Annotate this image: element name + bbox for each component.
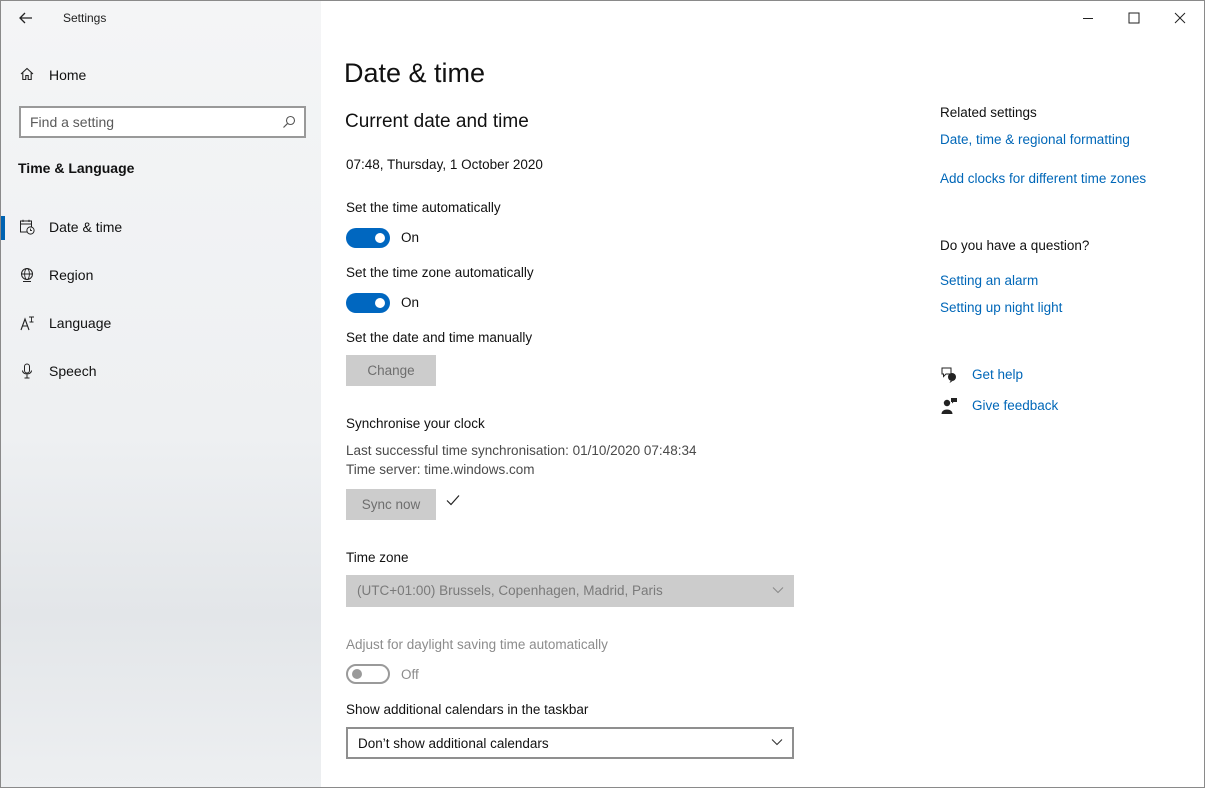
search-box[interactable] — [19, 106, 306, 138]
link-night-light[interactable]: Setting up night light — [940, 300, 1062, 315]
settings-window: Settings Home Time & Language D — [0, 0, 1205, 788]
timezone-label: Time zone — [346, 550, 409, 565]
nav-home[interactable]: Home — [1, 61, 321, 89]
search-input[interactable] — [30, 112, 270, 132]
timezone-value: (UTC+01:00) Brussels, Copenhagen, Madrid… — [357, 583, 663, 598]
link-setting-alarm[interactable]: Setting an alarm — [940, 273, 1038, 288]
sidebar-item-speech[interactable]: Speech — [1, 351, 321, 391]
change-button[interactable]: Change — [346, 355, 436, 386]
toggle-knob — [375, 233, 385, 243]
question-heading: Do you have a question? — [940, 238, 1090, 253]
sidebar-item-language[interactable]: Language — [1, 303, 321, 343]
dst-label: Adjust for daylight saving time automati… — [346, 637, 608, 652]
back-arrow-icon — [19, 12, 32, 24]
dst-toggle[interactable] — [346, 664, 390, 684]
back-button[interactable] — [14, 8, 38, 28]
toggle-knob — [375, 298, 385, 308]
auto-timezone-toggle[interactable] — [346, 293, 390, 313]
section-title-current-date-time: Current date and time — [345, 111, 529, 132]
calendars-select[interactable]: Don’t show additional calendars — [346, 727, 794, 759]
sidebar-item-label: Speech — [49, 363, 97, 379]
active-indicator — [1, 216, 5, 240]
page-title: Date & time — [344, 58, 486, 88]
auto-timezone-state: On — [401, 295, 420, 310]
sidebar: Settings Home Time & Language D — [1, 1, 321, 787]
nav-home-label: Home — [49, 67, 87, 83]
auto-time-toggle[interactable] — [346, 228, 390, 248]
home-icon — [20, 67, 34, 81]
auto-time-state: On — [401, 230, 420, 245]
timezone-select[interactable]: (UTC+01:00) Brussels, Copenhagen, Madrid… — [346, 575, 794, 607]
title-bar: Settings — [1, 1, 321, 35]
auto-time-label: Set the time automatically — [346, 200, 501, 215]
last-sync-text: Last successful time synchronisation: 01… — [346, 443, 697, 458]
related-settings-heading: Related settings — [940, 105, 1037, 120]
app-title: Settings — [63, 11, 107, 25]
main-content: Date & time Current date and time 07:48,… — [321, 1, 1204, 787]
link-regional-formatting[interactable]: Date, time & regional formatting — [940, 132, 1130, 147]
sidebar-item-label: Language — [49, 315, 112, 331]
auto-timezone-label: Set the time zone automatically — [346, 265, 534, 280]
get-help-link[interactable]: Get help — [972, 367, 1023, 382]
search-icon[interactable] — [281, 114, 297, 130]
calendar-clock-icon — [20, 219, 35, 235]
chevron-down-icon — [772, 587, 784, 594]
sidebar-item-date-time[interactable]: Date & time — [1, 207, 321, 247]
checkmark-icon — [446, 495, 460, 506]
toggle-knob — [352, 669, 362, 679]
language-icon — [20, 316, 34, 331]
sidebar-item-region[interactable]: Region — [1, 255, 321, 295]
sidebar-item-label: Date & time — [49, 219, 123, 235]
sidebar-section-title: Time & Language — [18, 160, 135, 176]
dst-state: Off — [401, 667, 419, 682]
calendars-value: Don’t show additional calendars — [358, 736, 549, 751]
give-feedback-link[interactable]: Give feedback — [972, 398, 1058, 413]
globe-icon — [21, 268, 33, 282]
feedback-icon — [941, 398, 957, 414]
sync-title: Synchronise your clock — [346, 416, 485, 431]
calendars-label: Show additional calendars in the taskbar — [346, 702, 589, 717]
time-server-text: Time server: time.windows.com — [346, 462, 535, 477]
link-add-clocks[interactable]: Add clocks for different time zones — [940, 171, 1146, 186]
get-help-icon — [941, 367, 956, 383]
chevron-down-icon — [771, 739, 783, 746]
manual-datetime-label: Set the date and time manually — [346, 330, 533, 345]
sidebar-item-label: Region — [49, 267, 94, 283]
sync-now-button[interactable]: Sync now — [346, 489, 436, 520]
current-datetime: 07:48, Thursday, 1 October 2020 — [346, 157, 543, 172]
microphone-icon — [22, 363, 32, 379]
